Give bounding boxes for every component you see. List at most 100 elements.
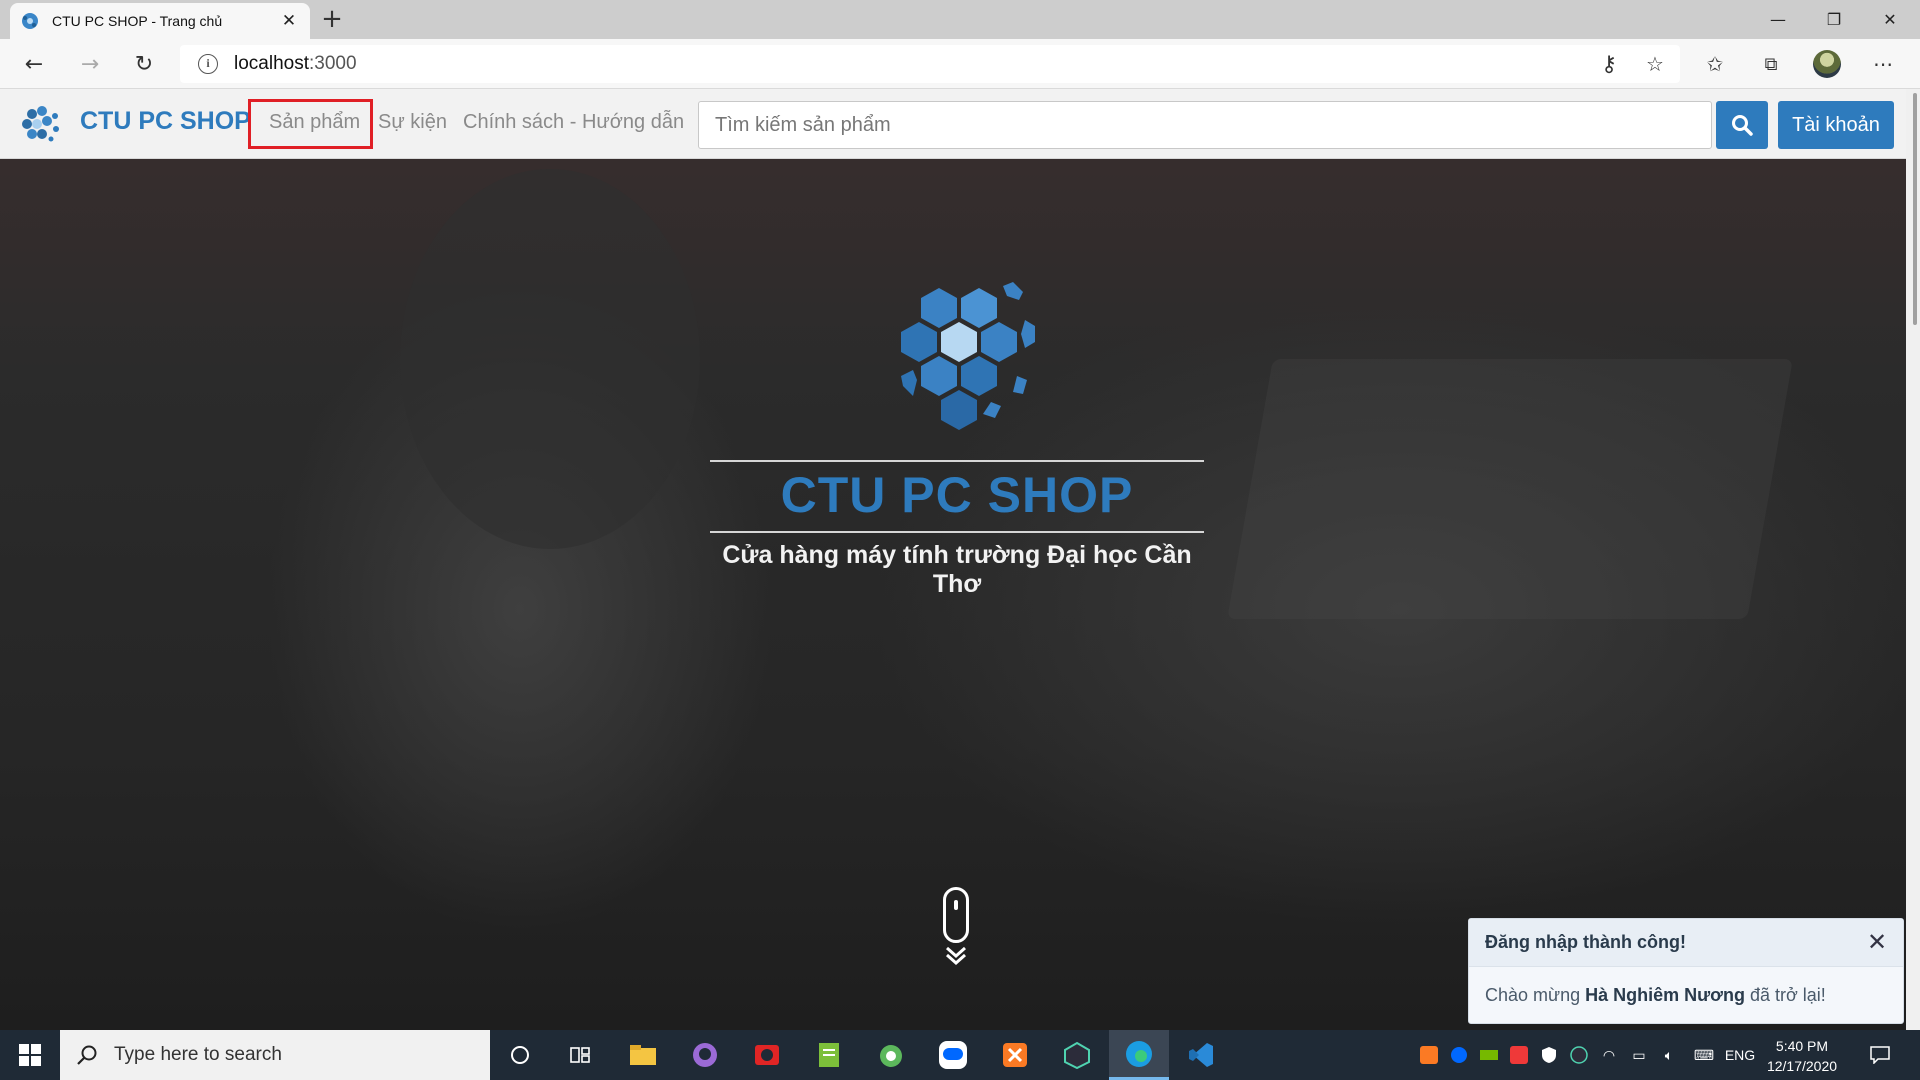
zalo-icon[interactable] [923, 1030, 983, 1080]
close-tab-icon[interactable]: ✕ [278, 11, 300, 31]
zalo-logo-icon [939, 1041, 967, 1069]
toast-header: Đăng nhập thành công! ✕ [1469, 919, 1903, 967]
edge-browser-icon[interactable] [1109, 1030, 1169, 1080]
xampp-icon[interactable] [985, 1030, 1045, 1080]
toast-title: Đăng nhập thành công! [1485, 932, 1686, 952]
wifi-icon[interactable]: ◠ [1596, 1030, 1622, 1080]
search-button[interactable] [1716, 101, 1768, 149]
star-icon[interactable]: ☆ [1638, 47, 1672, 81]
windows-logo-icon [19, 1044, 41, 1066]
chevron-down-icon[interactable] [943, 945, 969, 965]
notification-center-icon[interactable] [1860, 1030, 1900, 1080]
scrollbar-thumb[interactable] [1913, 93, 1917, 325]
garena-logo-icon [755, 1045, 779, 1065]
sublime-notes-icon[interactable] [799, 1030, 859, 1080]
folder-icon [630, 1045, 656, 1065]
clock-date: 12/17/2020 [1766, 1058, 1838, 1074]
green-app-icon[interactable] [861, 1030, 921, 1080]
background-monitor [1227, 359, 1793, 619]
nav-link-events[interactable]: Sự kiện [378, 111, 447, 134]
collections-icon[interactable]: ⧉ [1754, 47, 1788, 81]
product-search-input[interactable]: Tìm kiếm sản phẩm [698, 101, 1712, 149]
brand-name[interactable]: CTU PC SHOP [80, 107, 251, 136]
cortana-icon[interactable] [490, 1030, 550, 1080]
system-clock[interactable]: 5:40 PM 12/17/2020 [1762, 1036, 1842, 1076]
refresh-icon[interactable]: ↻ [126, 47, 162, 81]
volume-icon[interactable]: 🔈︎ [1656, 1030, 1682, 1080]
toast-msg-before: Chào mừng [1485, 985, 1586, 1005]
tray-xampp-icon[interactable] [1416, 1030, 1442, 1080]
tray-nvidia-icon[interactable] [1476, 1030, 1502, 1080]
xampp-logo-icon [1003, 1043, 1027, 1067]
restore-icon[interactable]: ❐ [1806, 0, 1862, 39]
taskbar-search-placeholder: Type here to search [114, 1044, 282, 1065]
account-button[interactable]: Tài khoản [1778, 101, 1894, 149]
forward-arrow-icon[interactable]: → [72, 47, 108, 81]
toast-message: Chào mừng Hà Nghiêm Nương đã trở lại! [1469, 967, 1903, 1024]
avatar [1813, 50, 1841, 78]
hero-logo-icon [901, 282, 1035, 430]
hero-subtitle: Cửa hàng máy tính trường Đại học Cần Thơ [722, 541, 1192, 598]
url-host: localhost [234, 53, 309, 74]
title-divider-bottom [710, 531, 1204, 533]
garena-icon[interactable] [737, 1030, 797, 1080]
scroll-down-mouse-icon[interactable] [943, 887, 969, 943]
tray-security-icon[interactable] [1536, 1030, 1562, 1080]
url-port: :3000 [309, 53, 357, 74]
nox-player-icon[interactable] [1047, 1030, 1107, 1080]
tray-xampp-glyph-icon [1420, 1046, 1438, 1064]
browser-tab[interactable]: CTU PC SHOP - Trang chủ ✕ [10, 3, 310, 39]
site-navbar: CTU PC SHOP Sản phẩm Sự kiện Chính sách … [0, 89, 1920, 159]
mouse-wheel [954, 900, 958, 910]
minimize-icon[interactable]: — [1750, 0, 1806, 39]
web-page: CTU PC SHOP Sản phẩm Sự kiện Chính sách … [0, 89, 1920, 1030]
login-success-toast: Đăng nhập thành công! ✕ Chào mừng Hà Ngh… [1468, 918, 1904, 1024]
tray-zalo-glyph-icon [1451, 1047, 1467, 1063]
keyboard-icon[interactable]: ⌨ [1688, 1030, 1720, 1080]
edge-logo-icon [1126, 1040, 1152, 1067]
tray-nox-glyph-icon [1570, 1046, 1588, 1064]
nav-link-products[interactable]: Sản phẩm [248, 99, 374, 149]
toast-msg-after: đã trở lại! [1744, 985, 1826, 1005]
nav-link-policy-guide[interactable]: Chính sách - Hướng dẫn [463, 111, 684, 134]
key-icon[interactable]: ⚷ [1592, 47, 1626, 81]
search-icon [77, 1045, 97, 1065]
more-menu-icon[interactable]: ⋯ [1866, 47, 1900, 81]
tray-vivaldi-glyph-icon [1510, 1046, 1528, 1064]
vscode-icon[interactable] [1171, 1030, 1231, 1080]
background-figure [400, 169, 700, 549]
address-bar[interactable]: i localhost:3000 [180, 45, 1680, 83]
task-view-icon[interactable] [550, 1030, 610, 1080]
clock-time: 5:40 PM [1775, 1038, 1829, 1054]
cortana-circle-icon [511, 1046, 529, 1064]
file-explorer-icon[interactable] [613, 1030, 673, 1080]
close-icon[interactable]: ✕ [1867, 928, 1887, 957]
battery-icon[interactable]: ▭ [1626, 1030, 1652, 1080]
search-icon [1732, 115, 1753, 136]
vscode-logo-icon [1189, 1043, 1213, 1067]
profile-avatar[interactable] [1810, 47, 1844, 81]
task-view-glyph-icon [570, 1047, 590, 1063]
close-window-icon[interactable]: ✕ [1862, 0, 1918, 39]
tray-vivaldi-icon[interactable] [1506, 1030, 1532, 1080]
site-favicon-icon [22, 13, 38, 29]
browser-toolbar: ← → ↻ i localhost:3000 ⚷ ☆ ✩ ⧉ ⋯ [0, 39, 1920, 89]
start-button[interactable] [0, 1030, 60, 1080]
brand-logo-icon[interactable] [18, 102, 62, 146]
language-indicator[interactable]: ENG [1722, 1030, 1758, 1080]
taskbar-search-box[interactable]: Type here to search [60, 1030, 490, 1080]
tray-zalo-icon[interactable] [1446, 1030, 1472, 1080]
browser-title-bar: CTU PC SHOP - Trang chủ ✕ + — ❐ ✕ [0, 0, 1920, 39]
windows-taskbar: Type here to search ◠ ▭ 🔈︎ ⌨ ENG 5:40 PM… [0, 1030, 1920, 1080]
tray-nox-icon[interactable] [1566, 1030, 1592, 1080]
github-icon [693, 1043, 717, 1067]
favorites-icon[interactable]: ✩ [1698, 47, 1732, 81]
shield-icon [1542, 1047, 1556, 1063]
github-desktop-icon[interactable] [675, 1030, 735, 1080]
site-info-icon[interactable]: i [198, 54, 218, 74]
back-arrow-icon[interactable]: ← [16, 47, 52, 81]
notes-app-icon [819, 1043, 839, 1067]
title-divider-top [710, 460, 1204, 462]
nox-logo-icon [1064, 1041, 1090, 1069]
new-tab-button[interactable]: + [316, 4, 348, 36]
